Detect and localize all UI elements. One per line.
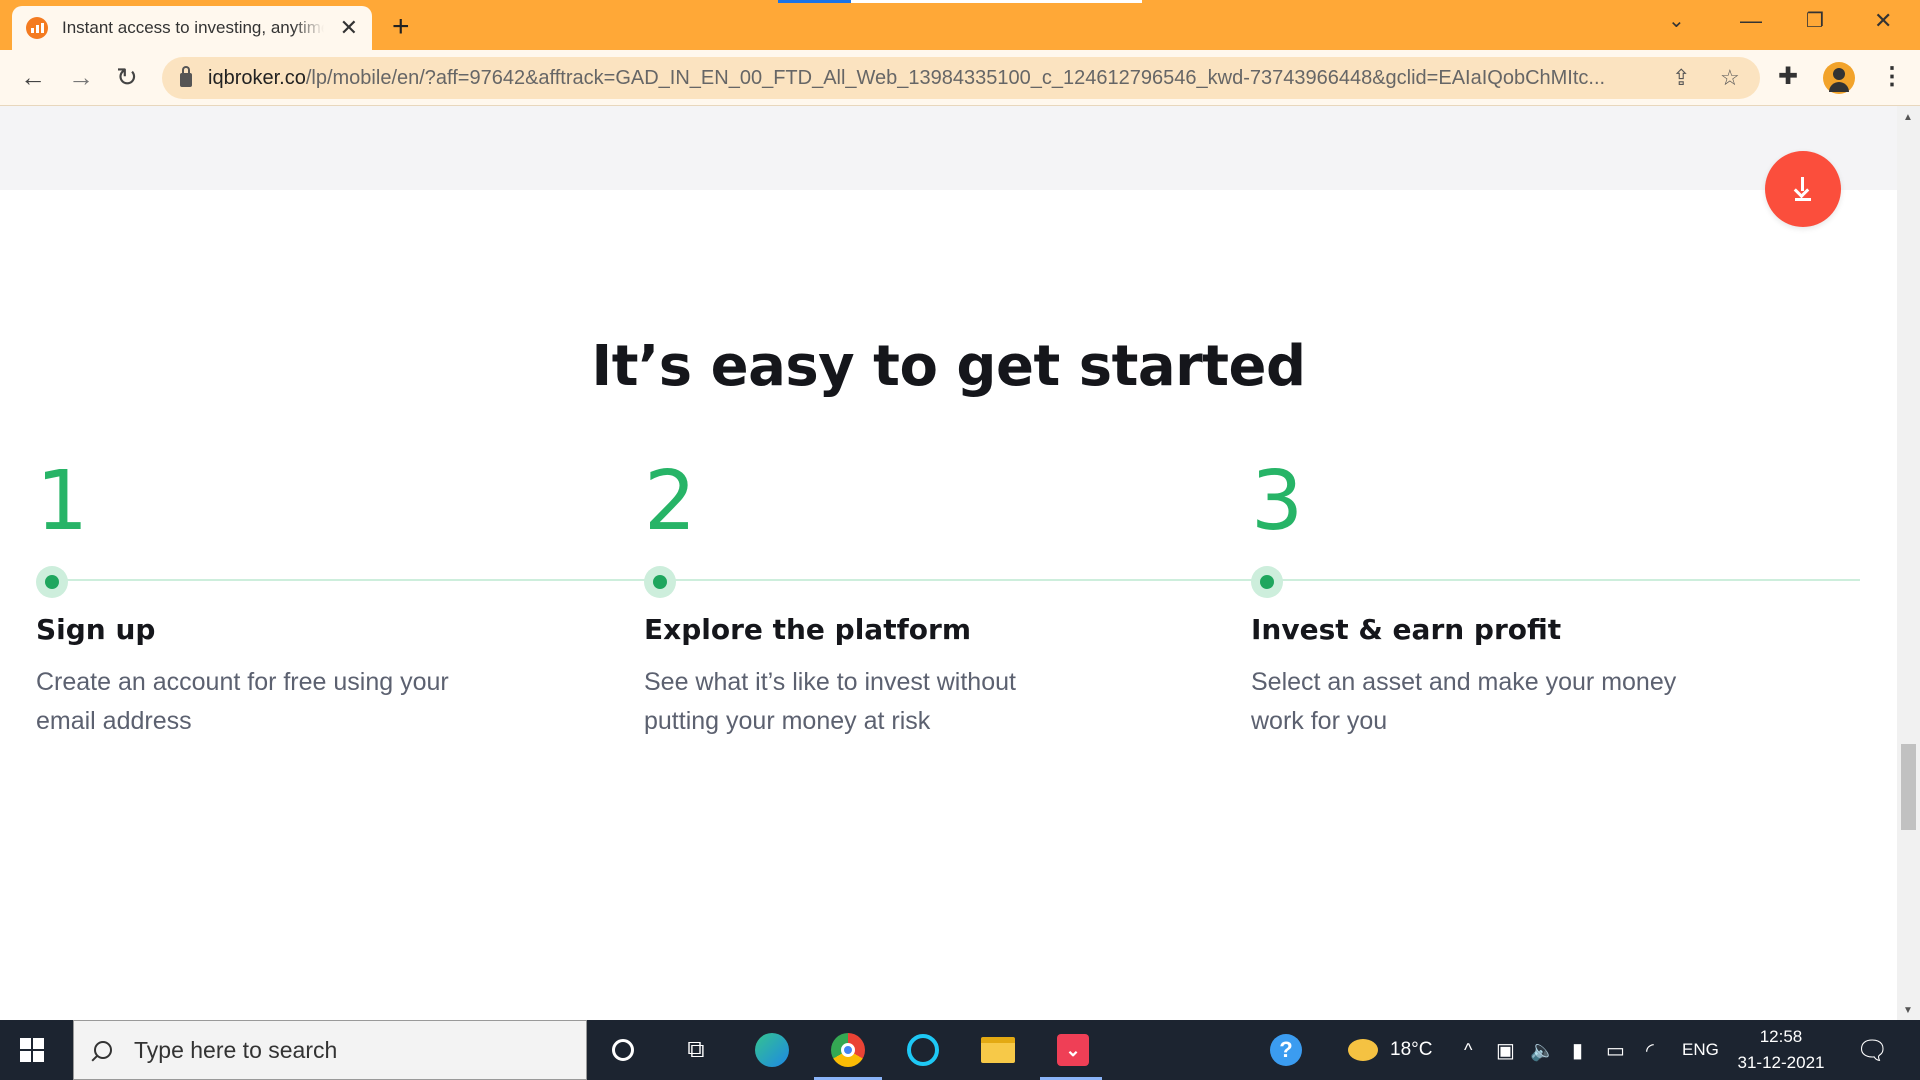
clock-date: 31-12-2021 bbox=[1737, 1053, 1825, 1072]
download-button[interactable] bbox=[1765, 151, 1841, 227]
notifications-icon[interactable]: 🗨 bbox=[1856, 1020, 1889, 1080]
temperature: 18°C bbox=[1390, 1039, 1433, 1060]
windows-start-icon[interactable] bbox=[20, 1038, 44, 1062]
iqoption-favicon-icon bbox=[26, 17, 48, 39]
task-view-icon[interactable]: ⧉ bbox=[678, 1032, 714, 1068]
top-gray-band bbox=[0, 106, 1897, 190]
lock-icon[interactable] bbox=[180, 66, 192, 87]
page-scrollbar[interactable]: ▲ ▼ bbox=[1897, 106, 1920, 1020]
search-placeholder: Type here to search bbox=[134, 1036, 338, 1063]
file-explorer-icon[interactable] bbox=[980, 1032, 1016, 1068]
chrome-icon[interactable] bbox=[830, 1032, 866, 1068]
step-number: 3 bbox=[1251, 454, 1304, 549]
scrollbar-thumb[interactable] bbox=[1901, 744, 1916, 830]
cortana-icon[interactable] bbox=[605, 1032, 641, 1068]
weather-widget[interactable]: 18°C bbox=[1348, 1020, 1432, 1080]
battery-icon[interactable]: ▭ bbox=[1606, 1020, 1625, 1080]
restore-icon[interactable]: ❐ bbox=[1806, 8, 1824, 33]
profile-avatar[interactable] bbox=[1823, 62, 1855, 94]
windows-taskbar: Type here to search ⧉ ⌄ ? 18°C ^ ▣ 🔈 ▮ ▭… bbox=[0, 1020, 1920, 1080]
close-window-icon[interactable]: ✕ bbox=[1874, 8, 1892, 34]
scroll-up-arrow-icon[interactable]: ▲ bbox=[1903, 112, 1913, 123]
browser-titlebar: Instant access to investing, anytime ✕ +… bbox=[0, 0, 1920, 50]
step-3: 3 Invest & earn profit Select an asset a… bbox=[1251, 454, 1751, 735]
help-icon[interactable]: ? bbox=[1270, 1020, 1302, 1080]
alexa-icon[interactable] bbox=[905, 1032, 941, 1068]
system-clock[interactable]: 12:58 31-12-2021 bbox=[1720, 1024, 1842, 1076]
loading-indicator bbox=[778, 0, 1142, 3]
page-viewport: It’s easy to get started 1 Sign up Creat… bbox=[0, 106, 1897, 1020]
wifi-icon[interactable]: ◜ bbox=[1646, 1020, 1654, 1080]
step-dot-icon bbox=[36, 566, 68, 598]
url-text[interactable]: iqbroker.co/lp/mobile/en/?aff=97642&afft… bbox=[208, 67, 1648, 90]
scroll-down-arrow-icon[interactable]: ▼ bbox=[1903, 1005, 1913, 1016]
step-number: 2 bbox=[644, 454, 697, 549]
step-description: Create an account for free using your em… bbox=[36, 668, 449, 735]
section-heading: It’s easy to get started bbox=[591, 334, 1306, 399]
extensions-puzzle-icon[interactable]: ✚ bbox=[1778, 62, 1798, 91]
weather-icon bbox=[1348, 1039, 1378, 1061]
step-description: See what it’s like to invest without put… bbox=[644, 668, 1016, 735]
bookmark-star-icon[interactable]: ☆ bbox=[1720, 65, 1740, 91]
close-tab-icon[interactable]: ✕ bbox=[340, 15, 358, 41]
forward-icon[interactable]: → bbox=[68, 62, 94, 93]
tab-title: Instant access to investing, anytime bbox=[62, 18, 324, 37]
step-number: 1 bbox=[36, 454, 89, 549]
url-path: /lp/mobile/en/?aff=97642&afftrack=GAD_IN… bbox=[305, 66, 1606, 89]
address-bar[interactable]: iqbroker.co/lp/mobile/en/?aff=97642&afft… bbox=[162, 57, 1760, 99]
edge-icon[interactable] bbox=[754, 1032, 790, 1068]
step-dot-icon bbox=[1251, 566, 1283, 598]
meet-now-icon[interactable]: ▣ bbox=[1496, 1020, 1515, 1080]
microphone-icon[interactable]: ▮ bbox=[1572, 1020, 1583, 1080]
step-title: Invest & earn profit bbox=[1251, 613, 1562, 646]
browser-toolbar: ← → ↻ iqbroker.co/lp/mobile/en/?aff=9764… bbox=[0, 50, 1920, 106]
step-description: Select an asset and make your money work… bbox=[1251, 668, 1677, 735]
browser-tab[interactable]: Instant access to investing, anytime ✕ bbox=[12, 6, 372, 50]
volume-icon[interactable]: 🔈 bbox=[1530, 1020, 1555, 1080]
language-indicator[interactable]: ENG bbox=[1682, 1020, 1719, 1080]
download-icon bbox=[1793, 177, 1813, 201]
clock-time: 12:58 bbox=[1759, 1027, 1803, 1046]
url-domain: iqbroker.co bbox=[208, 66, 306, 89]
chrome-menu-icon[interactable]: ⋮ bbox=[1880, 62, 1904, 91]
share-icon[interactable]: ⇪ bbox=[1672, 65, 1690, 91]
search-icon bbox=[94, 1041, 112, 1059]
back-icon[interactable]: ← bbox=[20, 62, 46, 93]
step-1: 1 Sign up Create an account for free usi… bbox=[36, 454, 536, 735]
step-title: Sign up bbox=[36, 613, 156, 646]
show-hidden-icons-icon[interactable]: ^ bbox=[1464, 1020, 1472, 1080]
minimize-icon[interactable]: — bbox=[1740, 8, 1762, 34]
taskbar-search-box[interactable]: Type here to search bbox=[73, 1020, 587, 1080]
tab-search-icon[interactable]: ⌄ bbox=[1668, 8, 1685, 33]
step-2: 2 Explore the platform See what it’s lik… bbox=[644, 454, 1144, 735]
steps-timeline bbox=[52, 579, 1860, 581]
pocket-icon[interactable]: ⌄ bbox=[1055, 1032, 1091, 1068]
step-dot-icon bbox=[644, 566, 676, 598]
reload-icon[interactable]: ↻ bbox=[116, 62, 138, 93]
step-title: Explore the platform bbox=[644, 613, 971, 646]
new-tab-button[interactable]: + bbox=[392, 10, 410, 44]
